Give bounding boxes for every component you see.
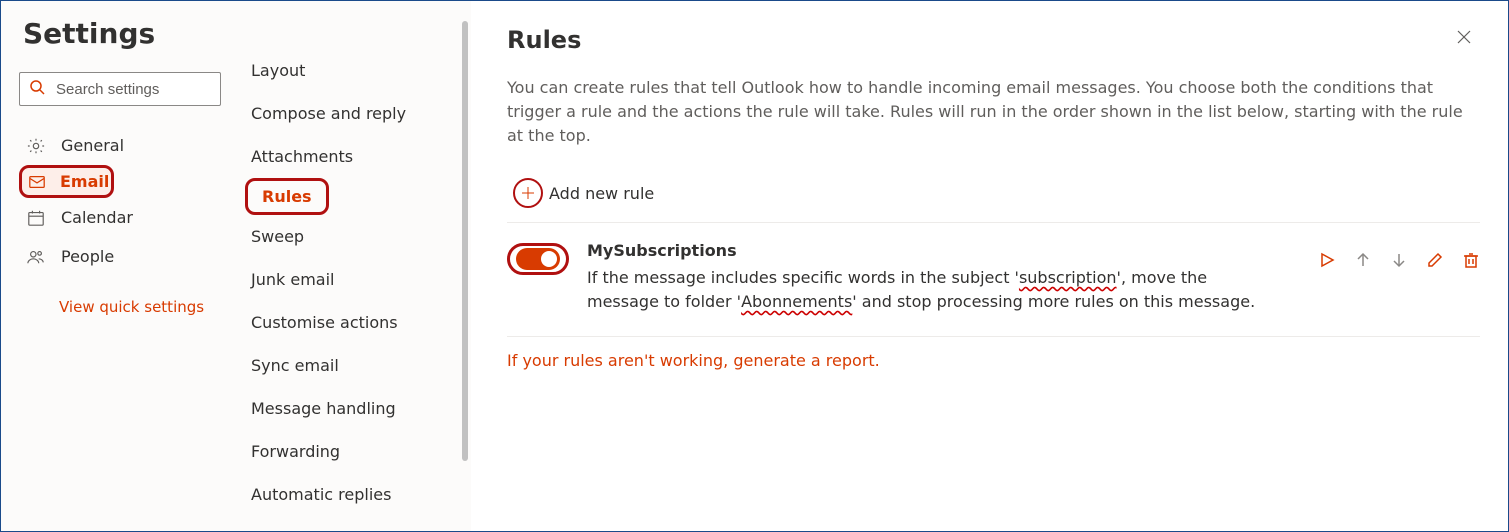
- view-quick-settings-link[interactable]: View quick settings: [59, 298, 204, 316]
- subnav-sync[interactable]: Sync email: [241, 344, 461, 387]
- sidebar-item-label: People: [61, 247, 114, 266]
- add-new-rule-button[interactable]: Add new rule: [507, 178, 1480, 208]
- sidebar-item-people[interactable]: People: [19, 237, 231, 276]
- rule-name: MySubscriptions: [587, 241, 1300, 260]
- subnav-junk[interactable]: Junk email: [241, 258, 461, 301]
- subnav-forwarding[interactable]: Forwarding: [241, 430, 461, 473]
- search-input[interactable]: [19, 72, 221, 106]
- move-down-icon[interactable]: [1390, 251, 1408, 273]
- sidebar-item-general[interactable]: General: [19, 126, 231, 165]
- sidebar-item-label: General: [61, 136, 124, 155]
- people-icon: [27, 248, 47, 266]
- rule-toggle[interactable]: [516, 248, 560, 270]
- subnav-automatic-replies[interactable]: Automatic replies: [241, 473, 461, 516]
- rules-description: You can create rules that tell Outlook h…: [507, 76, 1480, 148]
- subnav-message-handling[interactable]: Message handling: [241, 387, 461, 430]
- edit-rule-icon[interactable]: [1426, 251, 1444, 273]
- generate-report-link[interactable]: If your rules aren't working, generate a…: [507, 336, 1480, 370]
- scrollbar[interactable]: [461, 1, 471, 531]
- sidebar-item-calendar[interactable]: Calendar: [19, 198, 231, 237]
- sidebar-item-label: Email: [60, 172, 109, 191]
- subnav-customise[interactable]: Customise actions: [241, 301, 461, 344]
- delete-rule-icon[interactable]: [1462, 251, 1480, 273]
- rule-description: If the message includes specific words i…: [587, 266, 1267, 314]
- run-rule-icon[interactable]: [1318, 251, 1336, 273]
- subnav-sweep[interactable]: Sweep: [241, 215, 461, 258]
- close-button[interactable]: [1448, 25, 1480, 54]
- sidebar-item-label: Calendar: [61, 208, 133, 227]
- subnav-attachments[interactable]: Attachments: [241, 135, 461, 178]
- move-up-icon[interactable]: [1354, 251, 1372, 273]
- plus-icon: [513, 178, 543, 208]
- page-title: Rules: [507, 26, 581, 54]
- add-new-rule-label: Add new rule: [549, 184, 654, 203]
- subnav-compose[interactable]: Compose and reply: [241, 92, 461, 135]
- subnav-layout[interactable]: Layout: [241, 49, 461, 92]
- gear-icon: [27, 137, 47, 155]
- calendar-icon: [27, 209, 47, 227]
- sidebar-item-email[interactable]: Email: [19, 165, 231, 198]
- settings-title: Settings: [23, 17, 231, 50]
- search-icon: [29, 79, 45, 99]
- subnav-rules[interactable]: Rules: [241, 178, 461, 215]
- mail-icon: [28, 173, 46, 191]
